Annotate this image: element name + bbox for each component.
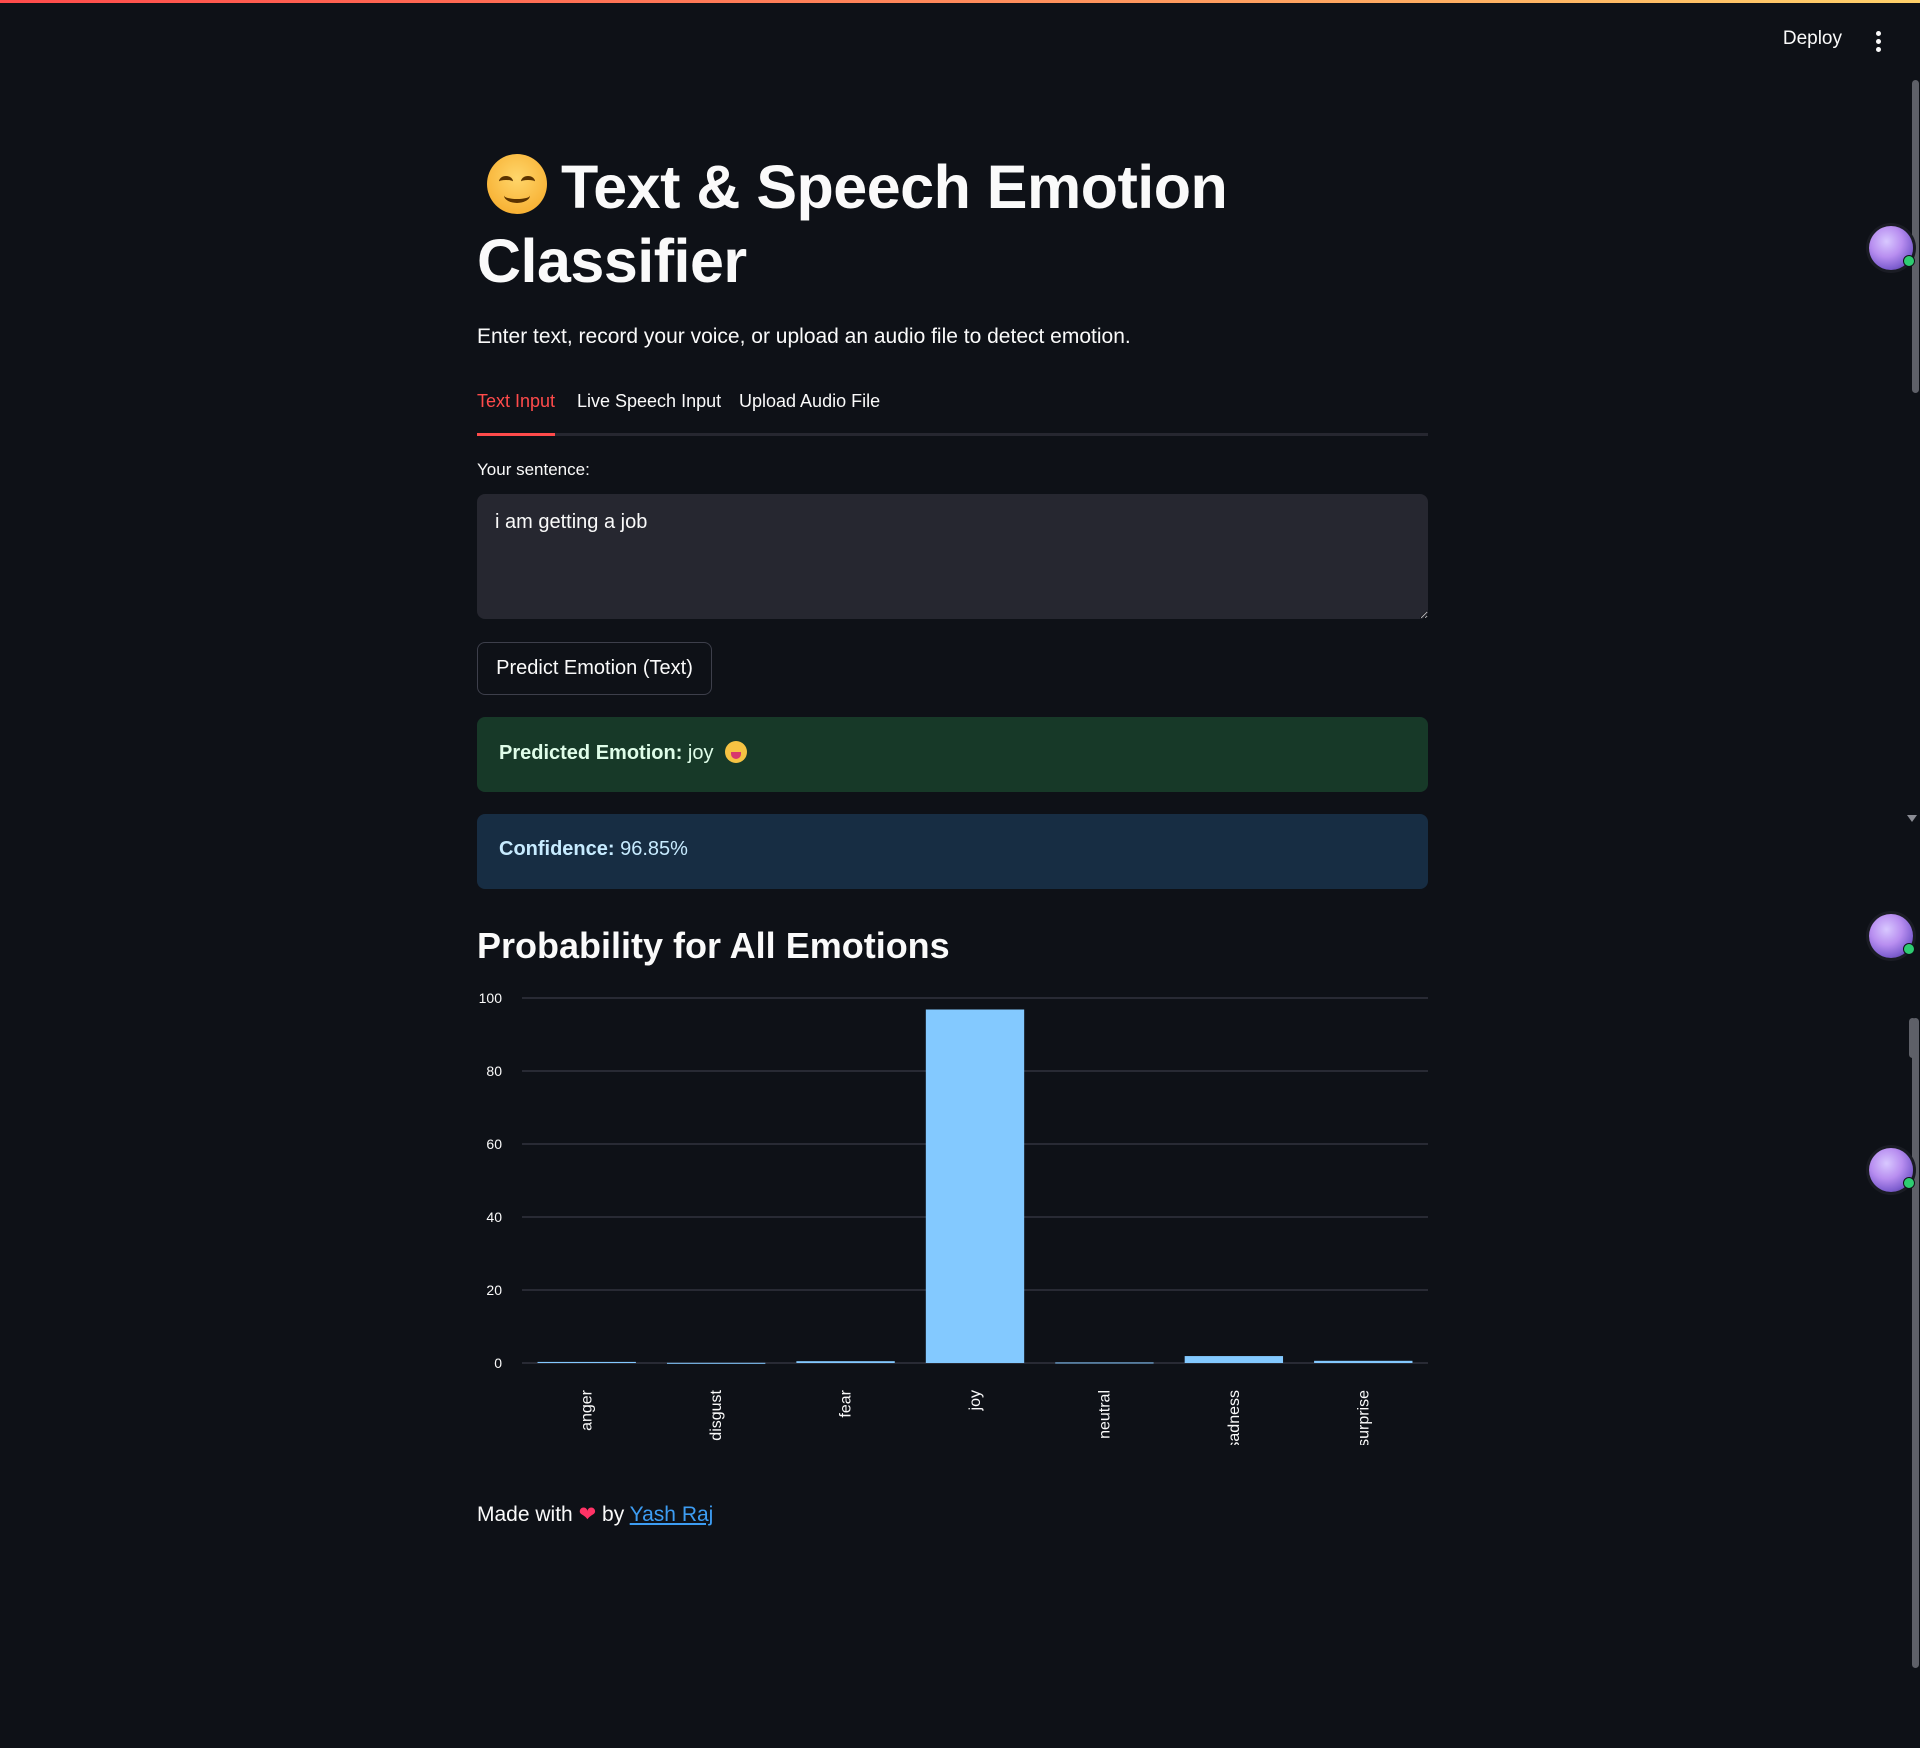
confidence-value: 96.85% — [620, 838, 688, 860]
author-link[interactable]: Yash Raj — [630, 1503, 714, 1526]
page-title-text: Text & Speech Emotion Classifier — [477, 153, 1228, 295]
avatar[interactable] — [1869, 1148, 1915, 1192]
footer: Made with ❤ by Yash Raj — [477, 1502, 713, 1527]
bar-fear — [796, 1361, 895, 1363]
predict-emotion-button[interactable]: Predict Emotion (Text) — [477, 642, 712, 695]
x-tick-label: neutral — [1096, 1390, 1113, 1439]
scrollbar-thumb[interactable] — [1912, 80, 1919, 393]
sentence-label: Your sentence: — [477, 460, 590, 479]
scrollbar-thumb-lower[interactable] — [1912, 1018, 1919, 1668]
y-tick-label: 40 — [486, 1209, 502, 1225]
y-tick-label: 100 — [479, 990, 503, 1006]
predicted-emotion-alert: Predicted Emotion: joy — [477, 717, 1428, 792]
app-header: Deploy — [1520, 0, 1920, 80]
sentence-input[interactable]: i am getting a job — [477, 494, 1428, 619]
tab-live-speech-input[interactable]: Live Speech Input — [577, 391, 721, 433]
y-tick-label: 0 — [494, 1355, 502, 1371]
emotion-probability-chart: 0 20 40 60 80 100 anger disgust fear joy neutral sa… — [479, 990, 1428, 1445]
y-tick-label: 60 — [486, 1136, 502, 1152]
footer-prefix: Made with — [477, 1503, 573, 1526]
confidence-alert: Confidence: 96.85% — [477, 814, 1428, 889]
bar-surprise — [1314, 1360, 1413, 1363]
deploy-button[interactable]: Deploy — [1783, 28, 1842, 50]
y-tick-label: 20 — [486, 1282, 502, 1298]
x-tick-label: sadness — [1226, 1390, 1243, 1445]
x-tick-label: surprise — [1355, 1390, 1372, 1445]
x-tick-label: joy — [967, 1390, 984, 1411]
page-title: Text & Speech Emotion Classifier — [477, 150, 1428, 298]
predicted-emotion-label: Predicted Emotion: — [499, 742, 683, 764]
avatar[interactable] — [1869, 914, 1915, 958]
input-tabs: Text Input Live Speech Input Upload Audi… — [477, 391, 1428, 436]
chart-heading: Probability for All Emotions — [477, 925, 950, 966]
grinning-face-icon — [725, 741, 748, 763]
bar-neutral — [1055, 1362, 1154, 1364]
x-tick-label: disgust — [708, 1389, 725, 1440]
x-tick-label: fear — [838, 1389, 855, 1417]
tab-upload-audio-file[interactable]: Upload Audio File — [739, 391, 880, 433]
confidence-label: Confidence: — [499, 838, 615, 860]
x-tick-label: anger — [579, 1389, 596, 1431]
predicted-emotion-value: joy — [687, 742, 714, 764]
avatar[interactable] — [1869, 226, 1915, 270]
scroll-down-icon[interactable] — [1907, 815, 1917, 822]
page-subtitle: Enter text, record your voice, or upload… — [477, 325, 1131, 348]
footer-by: by — [602, 1503, 625, 1526]
main-menu-icon[interactable] — [1872, 28, 1884, 54]
scrollbar[interactable] — [1908, 80, 1920, 1748]
y-tick-label: 80 — [486, 1063, 502, 1079]
scrollbar-thumb-middle[interactable] — [1909, 1018, 1916, 1058]
tab-text-input[interactable]: Text Input — [477, 391, 556, 436]
bar-disgust — [666, 1362, 766, 1364]
bar-sadness — [1184, 1356, 1284, 1363]
bar-anger — [537, 1361, 636, 1363]
smiling-face-icon — [487, 154, 547, 214]
heart-icon: ❤ — [578, 1503, 597, 1526]
bar-joy — [925, 1009, 1025, 1363]
